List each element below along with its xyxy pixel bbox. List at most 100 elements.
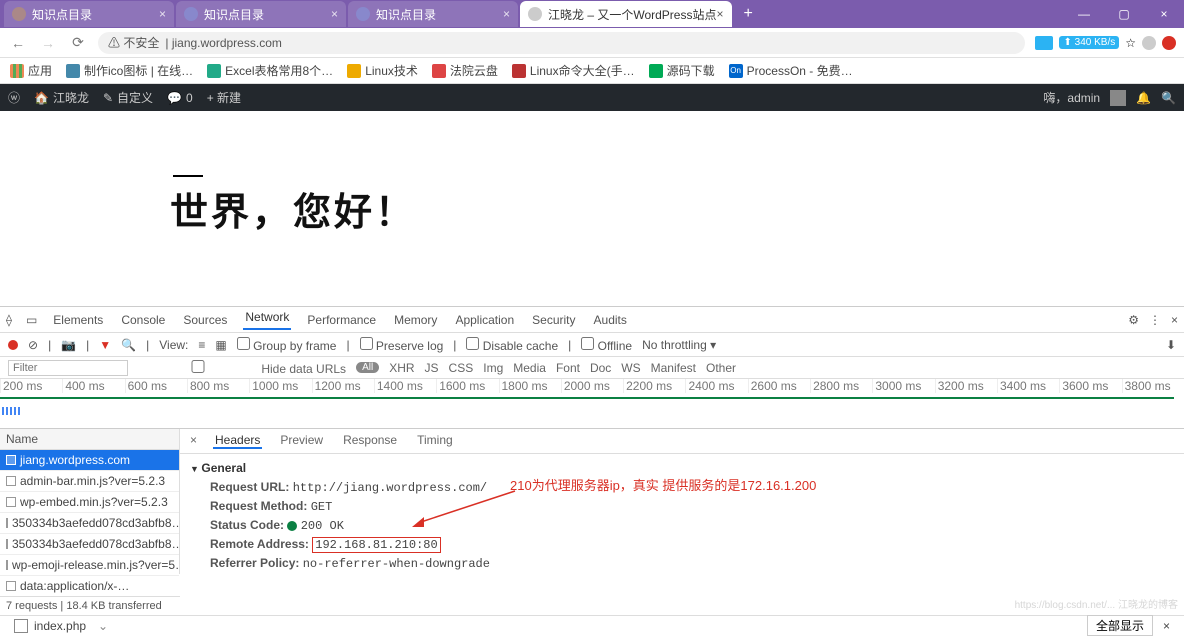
close-icon[interactable]: ×: [716, 7, 723, 21]
filter-type[interactable]: Media: [513, 361, 546, 375]
filter-input[interactable]: [8, 360, 128, 376]
network-timeline[interactable]: 200 ms400 ms600 ms800 ms1000 ms1200 ms14…: [0, 379, 1184, 429]
filter-type[interactable]: XHR: [389, 361, 414, 375]
bookmark-item[interactable]: Linux技术: [347, 62, 418, 79]
menu-icon[interactable]: ⋮: [1149, 313, 1161, 327]
bookmark-item[interactable]: 源码下载: [649, 62, 715, 79]
offline-checkbox[interactable]: Offline: [581, 337, 632, 353]
tab-preview[interactable]: Preview: [278, 433, 325, 449]
minimize-button[interactable]: —: [1064, 0, 1104, 28]
bookmark-item[interactable]: Linux命令大全(手…: [512, 62, 635, 79]
bookmark-item[interactable]: 法院云盘: [432, 62, 498, 79]
tab-performance[interactable]: Performance: [305, 313, 378, 327]
detail-close-icon[interactable]: ×: [190, 433, 197, 449]
browser-tab-active[interactable]: 江晓龙 – 又一个WordPress站点×: [520, 1, 732, 27]
preserve-checkbox[interactable]: Preserve log: [360, 337, 444, 353]
bell-icon[interactable]: 🔔: [1136, 91, 1151, 105]
tab-elements[interactable]: Elements: [51, 313, 105, 327]
avatar[interactable]: [1110, 90, 1126, 106]
record-button[interactable]: [8, 340, 18, 350]
request-row[interactable]: jiang.wordpress.com: [0, 450, 179, 471]
search-icon[interactable]: 🔍: [121, 338, 136, 352]
annotation-text: 210为代理服务器ip，真实 提供服务的是172.16.1.200: [510, 475, 816, 494]
bookmark-item[interactable]: Excel表格常用8个…: [207, 62, 333, 79]
filter-type[interactable]: Doc: [590, 361, 611, 375]
clear-button[interactable]: ⊘: [28, 338, 38, 352]
filter-type[interactable]: Img: [483, 361, 503, 375]
reload-button[interactable]: ⟳: [68, 34, 88, 51]
settings-icon[interactable]: ⚙: [1128, 313, 1139, 327]
insecure-badge: ⚠ 不安全: [108, 34, 159, 51]
extension-icon[interactable]: [1035, 36, 1053, 50]
inspect-icon[interactable]: ⟠: [6, 313, 12, 327]
window-close-button[interactable]: ×: [1144, 0, 1184, 28]
maximize-button[interactable]: ▢: [1104, 0, 1144, 28]
forward-button[interactable]: →: [38, 35, 58, 51]
new-tab-button[interactable]: +: [734, 5, 763, 23]
tab-console[interactable]: Console: [119, 313, 167, 327]
extension-icon[interactable]: [1162, 36, 1176, 50]
browser-tab[interactable]: 知识点目录×: [176, 1, 346, 27]
filter-icon[interactable]: ▼: [99, 338, 111, 352]
url-input[interactable]: ⚠ 不安全 | jiang.wordpress.com: [98, 32, 1025, 54]
devtools-panel: ⟠ ▭ Elements Console Sources Network Per…: [0, 306, 1184, 574]
filter-type[interactable]: JS: [425, 361, 439, 375]
request-row[interactable]: wp-embed.min.js?ver=5.2.3: [0, 492, 179, 513]
bookmark-item[interactable]: OnProcessOn - 免费…: [729, 62, 853, 79]
wp-greeting[interactable]: 嗨，admin: [1043, 89, 1100, 106]
request-list: Name jiang.wordpress.com admin-bar.min.j…: [0, 429, 180, 574]
network-toolbar: ⊘ | 📷 | ▼ 🔍 | View: ≡ ▦ Group by frame |…: [0, 333, 1184, 357]
request-row[interactable]: admin-bar.min.js?ver=5.2.3: [0, 471, 179, 492]
device-icon[interactable]: ▭: [26, 313, 37, 327]
filter-type[interactable]: CSS: [449, 361, 474, 375]
tab-timing[interactable]: Timing: [415, 433, 455, 449]
tab-sources[interactable]: Sources: [181, 313, 229, 327]
tab-security[interactable]: Security: [530, 313, 577, 327]
view-list-icon[interactable]: ≡: [198, 338, 205, 352]
close-icon[interactable]: ×: [1163, 619, 1170, 633]
filter-type[interactable]: WS: [621, 361, 640, 375]
wp-site-link[interactable]: 🏠 江晓龙: [34, 89, 89, 106]
request-row[interactable]: 350334b3aefedd078cd3abfb8…: [0, 513, 179, 534]
show-all-button[interactable]: 全部显示: [1087, 615, 1153, 636]
close-icon[interactable]: ×: [159, 7, 166, 21]
filter-type[interactable]: Manifest: [651, 361, 696, 375]
hide-urls-checkbox[interactable]: Hide data URLs: [138, 360, 346, 376]
close-icon[interactable]: ×: [503, 7, 510, 21]
disable-cache-checkbox[interactable]: Disable cache: [466, 337, 558, 353]
tab-headers[interactable]: Headers: [213, 433, 262, 449]
chevron-down-icon[interactable]: ⌄: [98, 619, 108, 633]
close-icon[interactable]: ×: [331, 7, 338, 21]
request-row[interactable]: data:application/x-…: [0, 576, 179, 597]
tab-application[interactable]: Application: [453, 313, 516, 327]
capture-icon[interactable]: 📷: [61, 338, 76, 352]
filter-type[interactable]: Other: [706, 361, 736, 375]
group-checkbox[interactable]: Group by frame: [237, 337, 337, 353]
browser-tab[interactable]: 知识点目录×: [4, 1, 174, 27]
wp-logo[interactable]: ⓦ: [8, 89, 20, 106]
throttling-select[interactable]: No throttling ▾: [642, 338, 716, 352]
browser-tab[interactable]: 知识点目录×: [348, 1, 518, 27]
tab-audits[interactable]: Audits: [592, 313, 629, 327]
tab-network[interactable]: Network: [243, 310, 291, 330]
search-icon[interactable]: 🔍: [1161, 91, 1176, 105]
devtools-close-icon[interactable]: ×: [1171, 313, 1178, 327]
bookmark-item[interactable]: 制作ico图标 | 在线…: [66, 62, 193, 79]
tab-response[interactable]: Response: [341, 433, 399, 449]
tab-memory[interactable]: Memory: [392, 313, 439, 327]
filter-type[interactable]: Font: [556, 361, 580, 375]
request-row[interactable]: 350334b3aefedd078cd3abfb8…: [0, 534, 179, 555]
wp-comments[interactable]: 💬 0: [167, 91, 193, 105]
profile-icon[interactable]: [1142, 36, 1156, 50]
request-row[interactable]: wp-emoji-release.min.js?ver=5…: [0, 555, 179, 576]
wp-new[interactable]: + 新建: [207, 89, 241, 106]
bookmark-star-icon[interactable]: ☆: [1125, 36, 1136, 50]
back-button[interactable]: ←: [8, 35, 28, 51]
filter-all[interactable]: All: [356, 362, 379, 373]
apps-button[interactable]: 应用: [10, 62, 52, 79]
download-item[interactable]: index.php ⌄: [14, 619, 108, 633]
column-header[interactable]: Name: [0, 429, 179, 450]
view-grid-icon[interactable]: ▦: [215, 338, 226, 352]
download-icon[interactable]: ⬇: [1166, 338, 1176, 352]
wp-customize[interactable]: ✎ 自定义: [103, 89, 153, 106]
